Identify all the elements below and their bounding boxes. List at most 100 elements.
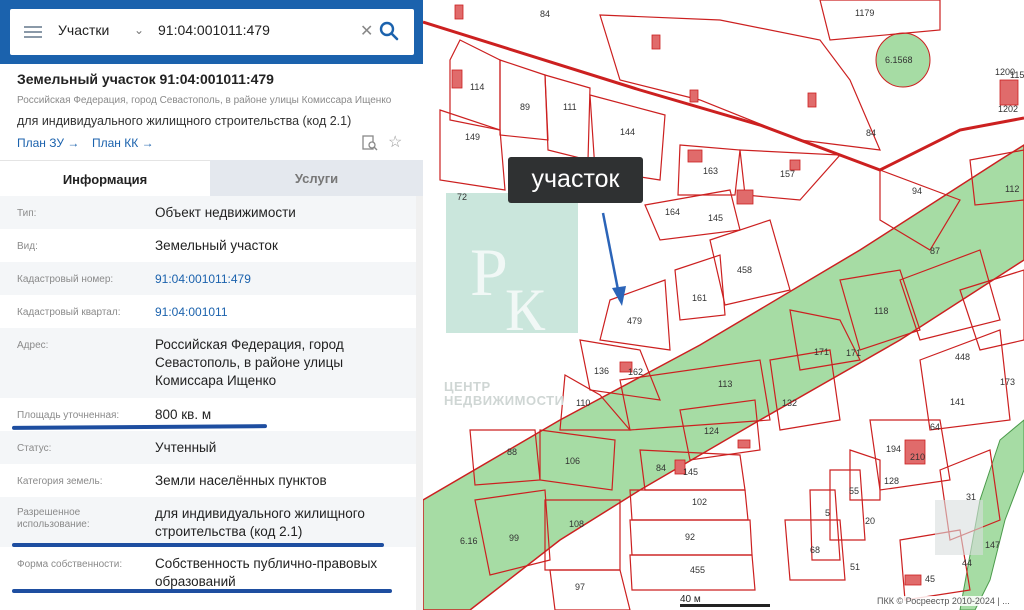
parcel-label: 111 [563, 102, 577, 112]
parcel-label: 44 [962, 558, 972, 568]
building [454, 4, 464, 20]
parcel-label: 84 [540, 9, 550, 19]
parcel-label: 92 [685, 532, 695, 542]
parcel-label: 31 [966, 492, 976, 502]
parcel-label: 108 [569, 519, 584, 529]
search-box: Участки ⌄ ✕ [10, 9, 414, 55]
cadastral-number-link[interactable]: 91:04:001011:479 [155, 270, 390, 288]
parcel-label: 20 [865, 516, 875, 526]
building [689, 89, 699, 103]
plan-kk-link[interactable]: План КК → [92, 136, 154, 150]
property-row: Форма собственности: Собственность публи… [0, 547, 416, 592]
parcel-label: 479 [627, 316, 642, 326]
parcel-callout: участок [508, 157, 643, 203]
parcel-label: 132 [782, 398, 797, 408]
object-address: Российская Федерация, город Севастополь,… [17, 95, 392, 106]
plan-zu-link[interactable]: План ЗУ → [17, 136, 79, 150]
parcel-label: 455 [690, 565, 705, 575]
scale-bar [680, 604, 770, 607]
property-row: Адрес: Российская Федерация, город Севас… [0, 328, 416, 398]
tabs: Информация Услуги [0, 160, 423, 197]
parcel-label: 141 [950, 397, 965, 407]
object-purpose: для индивидуального жилищного строительс… [17, 114, 352, 128]
boundary-road [423, 20, 1024, 172]
properties-table: Тип: Объект недвижимости Вид: Земельный … [0, 196, 416, 592]
parcel-label: 84 [866, 128, 876, 138]
property-row: Статус: Учтенный [0, 431, 416, 464]
property-row: Вид: Земельный участок [0, 229, 416, 262]
parcel [499, 59, 549, 141]
parcel-label: 112 [1005, 184, 1019, 194]
property-value: Собственность публично-правовых образова… [155, 556, 378, 589]
property-label: Вид: [17, 241, 38, 252]
parcel-label: 1202 [998, 104, 1018, 114]
parcel-label: 6.1568 [885, 55, 913, 65]
parcel-label: 72 [457, 192, 467, 202]
parcel-label: 6.16 [460, 536, 478, 546]
property-label: Площадь уточненная: [17, 410, 120, 421]
parcel [629, 489, 749, 521]
clear-icon[interactable]: ✕ [360, 21, 373, 41]
parcel [599, 279, 671, 351]
property-label: Тип: [17, 208, 37, 219]
parcel-label: 113 [718, 379, 732, 389]
document-search-icon[interactable] [362, 135, 378, 151]
parcel-label: 1150 [1010, 70, 1024, 80]
annotation-underline [12, 543, 384, 547]
parcel-label: 68 [810, 545, 820, 555]
parcel-label: 144 [620, 127, 635, 137]
building [687, 149, 703, 163]
parcel-label: 173 [1000, 377, 1015, 387]
parcel-label: 124 [704, 426, 719, 436]
parcel-label: 149 [465, 132, 480, 142]
star-icon[interactable]: ☆ [388, 132, 402, 152]
parcel-label: 161 [692, 293, 707, 303]
parcel-label: 458 [737, 265, 752, 275]
property-label: Форма собственности: [17, 559, 123, 570]
property-value: Земельный участок [155, 238, 278, 253]
map-canvas[interactable]: Р К 8411796.1568120011501202114891111441… [423, 0, 1024, 610]
parcel-label: 194 [886, 444, 901, 454]
search-icon[interactable] [379, 21, 399, 41]
parcel-label: 114 [470, 82, 484, 92]
layer-select[interactable]: Участки [58, 22, 109, 38]
building [651, 34, 661, 50]
parcel-label: 45 [925, 574, 935, 584]
parcel-label: 210 [910, 452, 925, 462]
menu-icon[interactable] [24, 26, 42, 39]
parcel [549, 569, 631, 610]
building [451, 69, 463, 89]
parcel-label: 136 [594, 366, 609, 376]
tab-information[interactable]: Информация [0, 160, 210, 197]
property-value: Учтенный [155, 440, 217, 455]
parcel-label: 87 [930, 246, 940, 256]
search-bar: Участки ⌄ ✕ [0, 0, 423, 64]
parcel-label: 145 [683, 467, 698, 477]
property-row: Категория земель: Земли населённых пункт… [0, 464, 416, 497]
parcel-label: 89 [520, 102, 530, 112]
parcel [674, 254, 726, 321]
building [736, 189, 754, 205]
parcel [819, 0, 941, 41]
parcel [919, 329, 1011, 431]
property-label: Адрес: [17, 340, 49, 351]
info-panel: Участки ⌄ ✕ Земельный участок 91:04:0010… [0, 0, 423, 610]
page-title: Земельный участок 91:04:001011:479 [17, 71, 274, 87]
cadastral-quarter-link[interactable]: 91:04:001011 [155, 303, 390, 321]
building [807, 92, 817, 108]
property-label: Кадастровый номер: [17, 274, 114, 285]
tab-services[interactable]: Услуги [210, 160, 423, 196]
parcel-label: 163 [703, 166, 718, 176]
property-label: Статус: [17, 443, 52, 454]
parcel [644, 189, 741, 241]
watermark-letter: К [505, 277, 546, 343]
parcel-label: 171 [846, 348, 861, 358]
property-label: Категория земель: [17, 476, 103, 487]
property-row: Кадастровый номер: 91:04:001011:479 [0, 262, 416, 295]
property-row: Кадастровый квартал: 91:04:001011 [0, 295, 416, 328]
building [737, 439, 751, 449]
scrollbar[interactable] [416, 196, 423, 610]
parcel-label: 51 [850, 562, 860, 572]
search-input[interactable] [158, 22, 348, 38]
chevron-down-icon[interactable]: ⌄ [134, 23, 144, 37]
